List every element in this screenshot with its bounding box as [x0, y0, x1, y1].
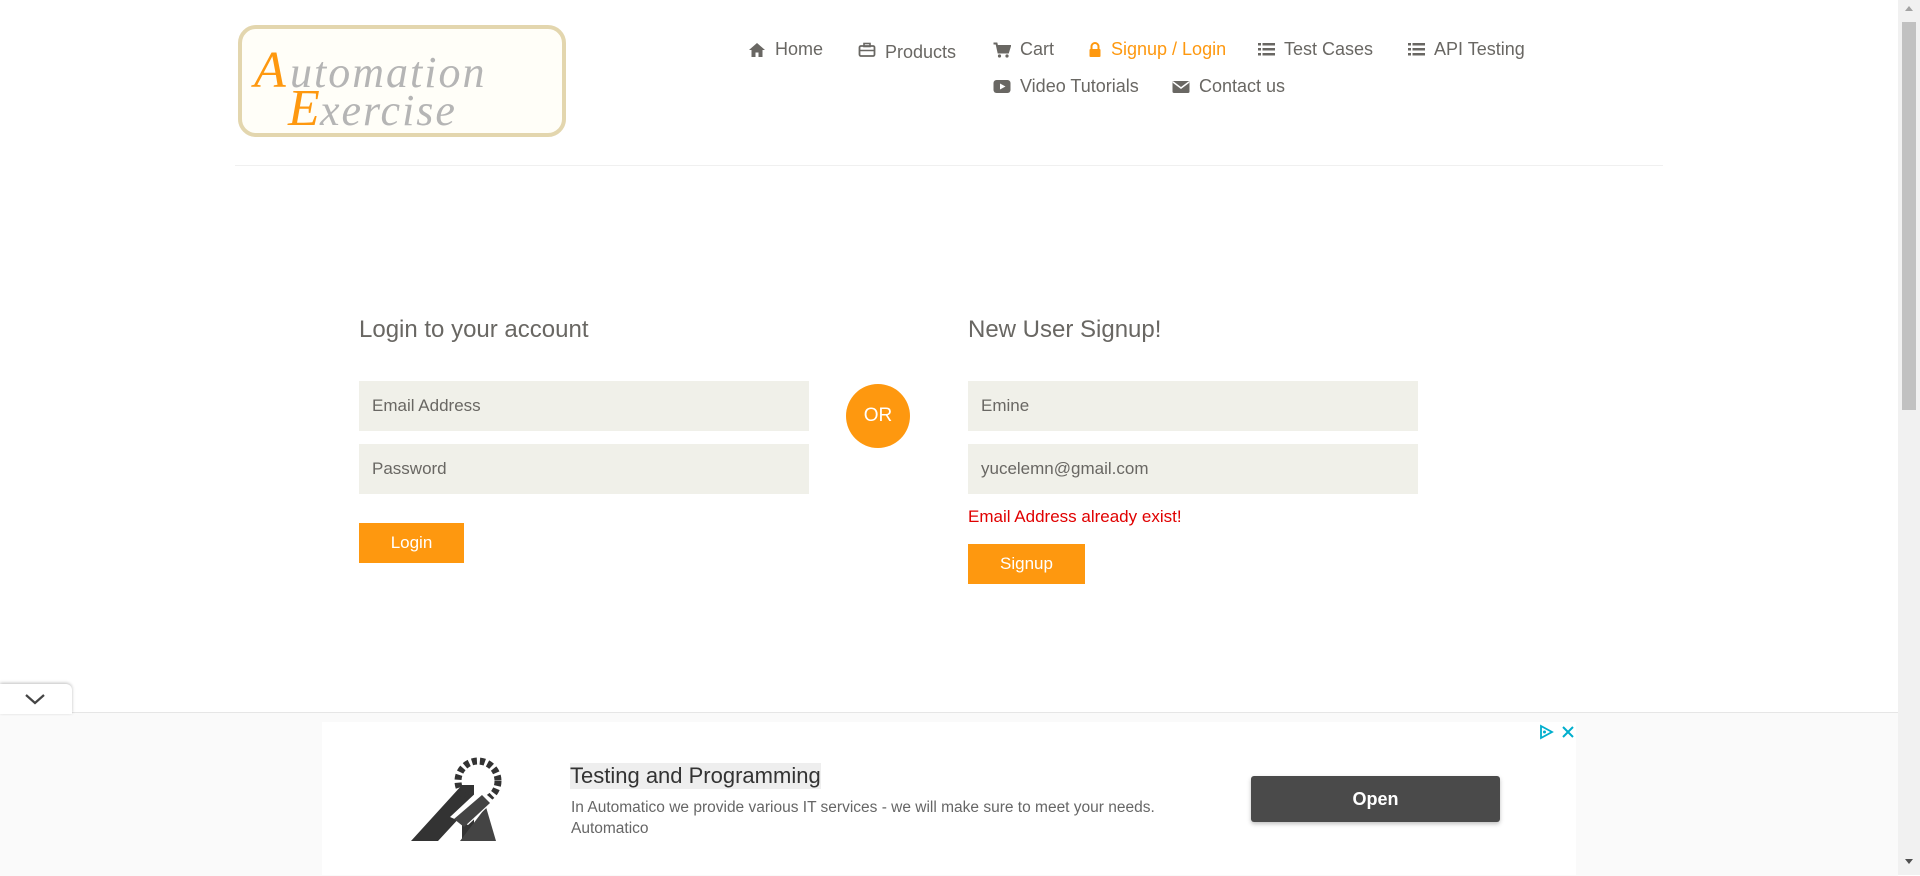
signup-error-message: Email Address already exist! — [968, 507, 1182, 526]
signup-title: New User Signup! — [968, 316, 1162, 343]
ad-collapse-tab[interactable] — [0, 684, 72, 714]
scrollbar-thumb[interactable] — [1902, 22, 1916, 410]
nav-home[interactable]: Home — [748, 39, 823, 60]
nav-home-label: Home — [775, 39, 824, 59]
logo-graphic: A utomation E xercise — [251, 42, 484, 137]
page-scrollbar[interactable] — [1898, 0, 1920, 875]
nav-contact-us[interactable]: Contact us — [1172, 76, 1285, 97]
signup-name-input[interactable] — [968, 381, 1418, 431]
nav-test-cases[interactable]: Test Cases — [1258, 39, 1373, 60]
login-title: Login to your account — [359, 316, 589, 343]
envelope-icon — [1172, 80, 1190, 93]
list-icon — [1408, 43, 1425, 56]
ad-close-icon[interactable] — [1560, 724, 1576, 740]
ad-brand-logo — [411, 757, 502, 841]
nav-api-testing[interactable]: API Testing — [1408, 39, 1525, 60]
ad-open-button[interactable]: Open — [1251, 776, 1500, 822]
nav-products-label: Products — [885, 42, 957, 62]
or-divider: OR — [846, 384, 910, 448]
youtube-play-icon — [993, 80, 1011, 93]
briefcase-icon — [858, 42, 876, 57]
header-divider — [235, 165, 1663, 166]
nav-test-cases-label: Test Cases — [1284, 39, 1374, 59]
cart-icon — [993, 42, 1011, 58]
logo-initial-a: A — [251, 42, 286, 99]
logo-word-2: xercise — [319, 86, 457, 135]
ad-description: In Automatico we provide various IT serv… — [571, 799, 1155, 837]
nav-signup-login-label: Signup / Login — [1111, 39, 1227, 59]
list-icon — [1258, 43, 1275, 56]
nav-products[interactable]: Products — [858, 39, 957, 62]
nav-video-tutorials-label: Video Tutorials — [1020, 76, 1139, 96]
chevron-down-icon — [25, 694, 45, 705]
lock-icon — [1089, 41, 1101, 57]
nav-cart[interactable]: Cart — [993, 39, 1054, 60]
signup-button[interactable]: Signup — [968, 544, 1085, 584]
nav-video-tutorials[interactable]: Video Tutorials — [993, 76, 1139, 97]
site-logo[interactable]: A utomation E xercise — [238, 25, 566, 137]
login-button[interactable]: Login — [359, 523, 464, 563]
nav-signup-login[interactable]: Signup / Login — [1088, 39, 1226, 60]
scroll-down-arrow-icon[interactable] — [1904, 858, 1914, 866]
login-email-input[interactable] — [359, 381, 809, 431]
home-icon — [749, 42, 765, 57]
ad-choices-icon[interactable] — [1538, 724, 1554, 740]
signup-email-input[interactable] — [968, 444, 1418, 494]
nav-cart-label: Cart — [1020, 39, 1055, 59]
login-password-input[interactable] — [359, 444, 809, 494]
nav-api-testing-label: API Testing — [1434, 39, 1525, 59]
nav-contact-us-label: Contact us — [1199, 76, 1286, 96]
logo-initial-e: E — [287, 80, 320, 137]
ad-title[interactable]: Testing and Programming — [570, 763, 821, 789]
scroll-up-arrow-icon[interactable] — [1904, 4, 1914, 12]
